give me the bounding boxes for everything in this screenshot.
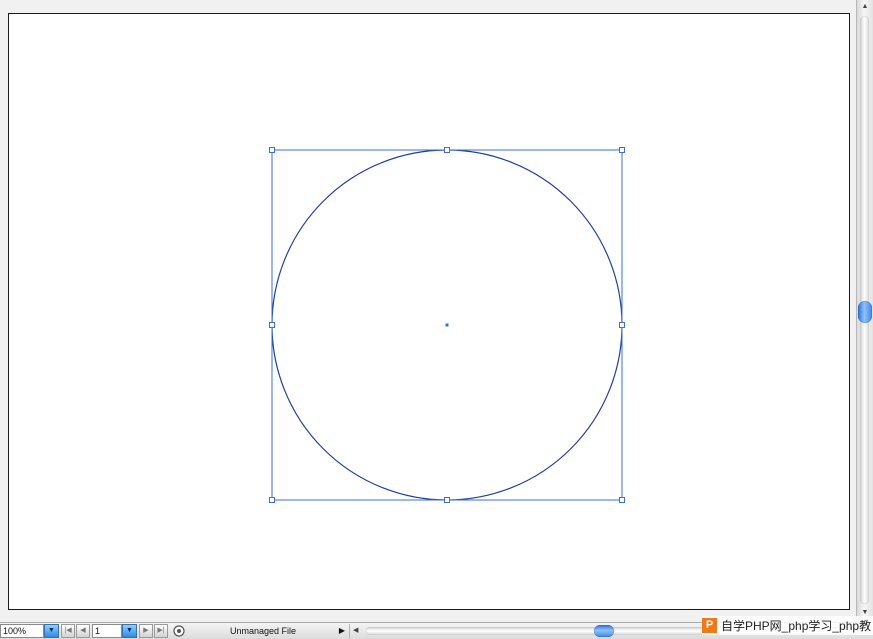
illustrator-document-window: ▲ ▼ 100% ▼ |◀ ◀ 1 ▼ ▶ ▶| Unmanaged File … [0,0,873,639]
handle-bottom-right[interactable] [619,497,625,503]
scroll-up-arrow-icon[interactable]: ▲ [857,0,873,14]
vertical-scrollbar[interactable]: ▲ ▼ [856,0,873,622]
document-status-label[interactable]: Unmanaged File [188,624,338,638]
handle-bottom-center[interactable] [444,497,450,503]
first-page-icon[interactable]: |◀ [61,624,75,638]
watermark-text: 自学PHP网_php学习_php教 [721,619,872,633]
page-number-field[interactable]: 1 [92,624,122,638]
handle-top-right[interactable] [619,147,625,153]
artboard[interactable] [8,13,850,610]
handle-middle-right[interactable] [619,322,625,328]
status-menu-arrow-icon[interactable]: ▶ [337,624,347,638]
horizontal-scroll-thumb[interactable] [594,625,614,637]
pasteboard[interactable] [0,0,856,622]
watermark-logo-icon: P [702,618,717,633]
artwork-canvas[interactable] [9,14,849,609]
watermark-overlay: P 自学PHP网_php学习_php教 [702,616,873,635]
handle-bottom-left[interactable] [269,497,275,503]
vertical-scroll-thumb[interactable] [858,301,872,323]
handle-middle-left[interactable] [269,322,275,328]
previous-page-icon[interactable]: ◀ [76,624,90,638]
center-point [445,323,449,327]
zoom-dropdown-icon[interactable]: ▼ [44,624,59,638]
status-settings-icon[interactable] [172,624,186,638]
zoom-field[interactable]: 100% [0,624,44,638]
last-page-icon[interactable]: ▶| [154,624,168,638]
handle-top-left[interactable] [269,147,275,153]
handle-top-center[interactable] [444,147,450,153]
scroll-left-arrow-icon[interactable]: ◀ [353,624,358,638]
page-dropdown-icon[interactable]: ▼ [122,624,137,638]
next-page-icon[interactable]: ▶ [139,624,153,638]
